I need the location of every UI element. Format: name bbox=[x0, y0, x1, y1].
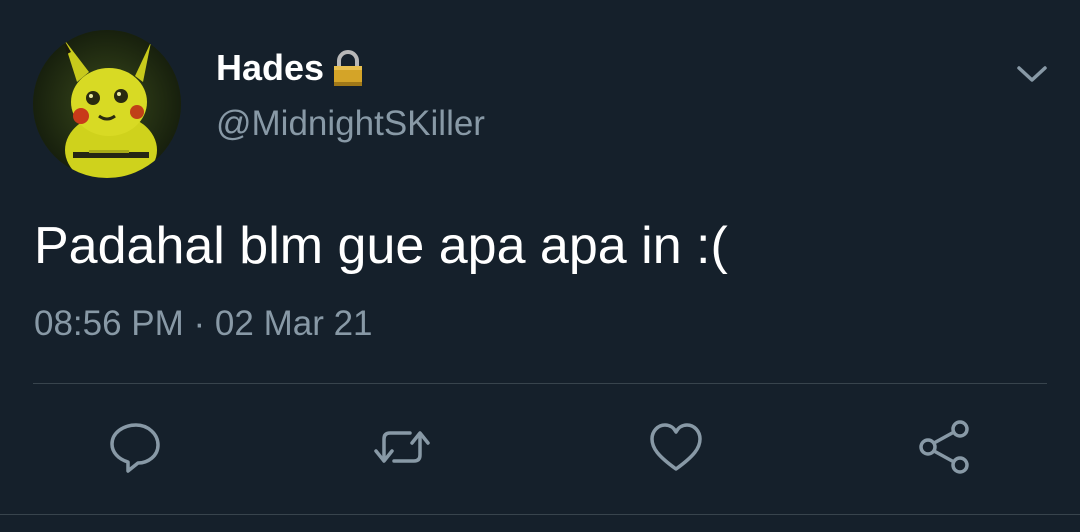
reply-icon[interactable] bbox=[104, 415, 168, 479]
share-icon[interactable] bbox=[912, 415, 976, 479]
chevron-down-icon[interactable] bbox=[1012, 54, 1052, 94]
bottom-divider bbox=[0, 514, 1080, 515]
display-name[interactable]: Hades bbox=[216, 47, 324, 89]
tweet-actions-bar bbox=[0, 415, 1080, 485]
lock-icon bbox=[328, 48, 368, 88]
like-icon[interactable] bbox=[644, 415, 708, 479]
pikachu-avatar-image bbox=[33, 30, 181, 178]
author-handle[interactable]: @MidnightSKiller bbox=[216, 104, 485, 144]
tweet-text: Padahal blm gue apa apa in :( bbox=[34, 217, 728, 275]
avatar[interactable] bbox=[33, 30, 181, 178]
author-name-row[interactable]: Hades bbox=[216, 44, 368, 92]
retweet-icon[interactable] bbox=[370, 415, 434, 479]
divider bbox=[33, 383, 1047, 384]
tweet-detail: Hades @MidnightSKiller Padahal blm gue a… bbox=[0, 0, 1080, 532]
tweet-timestamp[interactable]: 08:56 PM · 02 Mar 21 bbox=[34, 304, 373, 344]
